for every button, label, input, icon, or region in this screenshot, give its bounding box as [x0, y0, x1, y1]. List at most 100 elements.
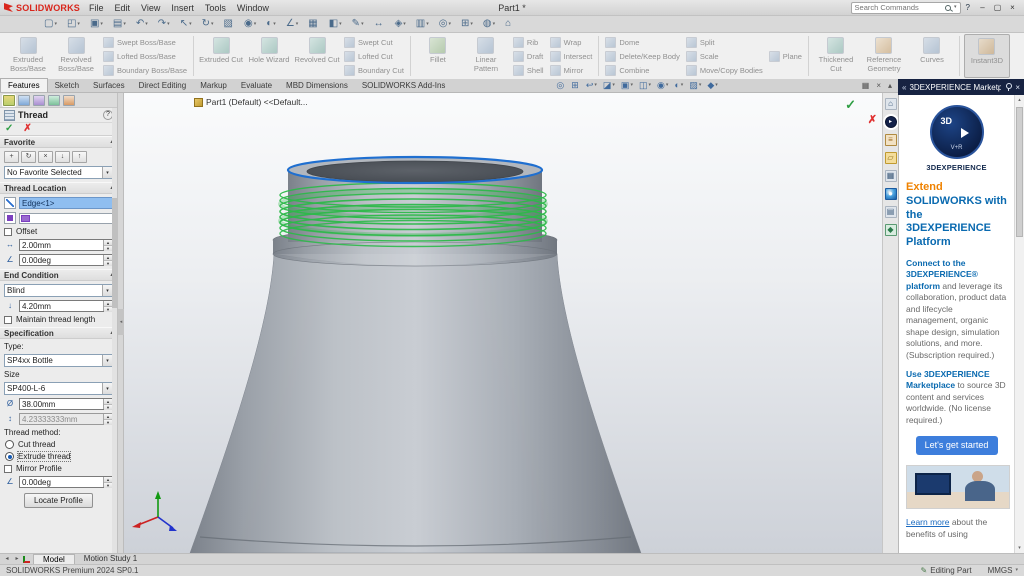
thread-type-select[interactable]: SP4xx Bottle▾: [4, 354, 113, 367]
redo-icon[interactable]: ↷▾: [156, 19, 172, 29]
ribbon-small-button[interactable]: Combine: [603, 64, 681, 77]
collapse-pane-icon[interactable]: «: [902, 83, 906, 92]
ribbon-small-button[interactable]: Split: [684, 36, 765, 49]
tab-sketch[interactable]: Sketch: [48, 79, 86, 92]
revolved-cut-button[interactable]: Revolved Cut: [294, 34, 340, 78]
new-icon[interactable]: ▢▾: [42, 19, 59, 29]
view-palette-icon[interactable]: ▦: [885, 170, 897, 182]
offset-distance-field[interactable]: 2.00mm▴▾: [19, 239, 113, 251]
display-grid-icon[interactable]: ▦: [862, 82, 870, 90]
ribbon-small-button[interactable]: Wrap: [548, 36, 595, 49]
pm-ok-button[interactable]: ✓: [5, 124, 13, 134]
maximize-button[interactable]: ▢: [990, 1, 1005, 15]
end-condition-select[interactable]: Blind▾: [4, 284, 113, 297]
ribbon-small-button[interactable]: Lofted Cut: [342, 50, 406, 63]
tab-motion-study-1[interactable]: Motion Study 1: [75, 554, 146, 564]
pm-scrollbar[interactable]: [112, 108, 117, 553]
scrollbar-thumb[interactable]: [1016, 107, 1023, 237]
save-favorite-icon[interactable]: ↓: [55, 151, 70, 163]
ribbon-small-button[interactable]: Scale: [684, 50, 765, 63]
edit-appearance-icon[interactable]: ◐▾: [264, 19, 278, 29]
apply-scene-icon[interactable]: ▨▾: [689, 81, 701, 90]
design-library-icon[interactable]: ≡: [885, 134, 897, 146]
cut-thread-radio[interactable]: [5, 440, 14, 449]
thread-preview[interactable]: [280, 183, 546, 247]
learn-more-link[interactable]: Learn more: [906, 517, 949, 527]
view-settings-icon[interactable]: ◆▾: [707, 81, 717, 90]
spinner[interactable]: ▴▾: [103, 255, 112, 265]
ribbon-small-button[interactable]: Swept Cut: [342, 36, 406, 49]
appearance-ball-icon[interactable]: ◎▾: [437, 19, 453, 29]
menu-edit[interactable]: Edit: [115, 3, 131, 13]
tab-direct-editing[interactable]: Direct Editing: [132, 79, 194, 92]
material-icon[interactable]: ◍▾: [481, 19, 497, 29]
ribbon-small-button[interactable]: Draft: [511, 50, 546, 63]
tab-solidworks-add-ins[interactable]: SOLIDWORKS Add-Ins: [355, 79, 453, 92]
extruded-boss-base-button[interactable]: Extruded Boss/Base: [5, 34, 51, 78]
thread-size-select[interactable]: SP400-L-6▾: [4, 382, 113, 395]
revolved-boss-base-button[interactable]: Revolved Boss/Base: [53, 34, 99, 78]
pitch-field[interactable]: 4.23333333mm▴▾: [19, 413, 113, 425]
ribbon-small-button[interactable]: Delete/Keep Body: [603, 50, 681, 63]
property-manager-tab-icon[interactable]: [3, 95, 15, 106]
dimxpert-tab-icon[interactable]: [48, 95, 60, 106]
forum-icon[interactable]: ◆: [885, 224, 897, 236]
task-pane-scrollbar[interactable]: ▴ ▾: [1014, 95, 1024, 553]
ribbon-small-button[interactable]: Intersect: [548, 50, 595, 63]
tab-mbd-dimensions[interactable]: MBD Dimensions: [279, 79, 355, 92]
diameter-field[interactable]: 38.00mm▴▾: [19, 398, 113, 410]
collapse-ribbon-icon[interactable]: ▴: [888, 82, 892, 90]
file-properties-icon[interactable]: ▧: [222, 19, 236, 29]
thread-depth-field[interactable]: 4.20mm▴▾: [19, 300, 113, 312]
graphics-area[interactable]: Part1 (Default) <<Default... ✓ ✗: [124, 93, 882, 553]
ribbon-small-button[interactable]: Swept Boss/Base: [101, 36, 189, 49]
smart-dimension-icon[interactable]: ↔: [372, 19, 387, 29]
custom-properties-icon[interactable]: ▤: [885, 206, 897, 218]
rebuild-icon[interactable]: ↻▾: [200, 19, 216, 29]
section-view-icon[interactable]: ◪▾: [603, 81, 615, 90]
favorite-section-header[interactable]: Favorite▴: [0, 136, 117, 148]
offset-angle-field[interactable]: 0.00deg▴▾: [19, 254, 113, 266]
maintain-thread-length-checkbox[interactable]: [4, 316, 12, 324]
feature-tree-tab-icon[interactable]: [18, 95, 30, 106]
bottle-model[interactable]: [124, 93, 882, 553]
options-icon[interactable]: ◉▾: [242, 19, 258, 29]
cut-thread-option[interactable]: Cut thread: [4, 440, 113, 449]
help-button[interactable]: ?: [966, 3, 970, 12]
ribbon-small-button[interactable]: Dome: [603, 36, 681, 49]
confirmation-cancel-button[interactable]: ✗: [868, 113, 877, 126]
home-icon[interactable]: ⌂: [885, 98, 897, 110]
search-dropdown-icon[interactable]: ▾: [954, 5, 957, 10]
end-condition-section-header[interactable]: End Condition▴: [0, 269, 117, 281]
edge-selection-box[interactable]: Edge<1>: [19, 197, 113, 209]
tab-scroll-right-icon[interactable]: ▸: [12, 554, 22, 564]
confirmation-ok-button[interactable]: ✓: [845, 97, 856, 113]
tab-model[interactable]: Model: [33, 554, 75, 564]
reference-geometry-button[interactable]: Reference Geometry: [861, 34, 907, 78]
maintain-thread-length-option[interactable]: Maintain thread length: [4, 315, 113, 324]
close-pane-icon[interactable]: ×: [1015, 83, 1020, 92]
extruded-cut-button[interactable]: Extruded Cut: [198, 34, 244, 78]
zoom-to-area-icon[interactable]: ⊞: [571, 81, 580, 90]
home-icon[interactable]: ⌂: [503, 19, 514, 29]
view-orientation-icon[interactable]: ▣▾: [621, 81, 633, 90]
ribbon-small-button[interactable]: Lofted Boss/Base: [101, 50, 189, 63]
rotation-angle-field[interactable]: 0.00deg▴▾: [19, 476, 113, 488]
scroll-up-icon[interactable]: ▴: [1015, 97, 1024, 103]
offset-checkbox[interactable]: [4, 228, 12, 236]
extrude-thread-radio[interactable]: [5, 452, 14, 461]
fillet-button[interactable]: Fillet: [415, 34, 461, 78]
scroll-down-icon[interactable]: ▾: [1015, 545, 1024, 551]
menu-file[interactable]: File: [89, 3, 104, 13]
mass-properties-icon[interactable]: ▦: [306, 19, 320, 29]
pattern-icon[interactable]: ⊞▾: [459, 19, 475, 29]
print-icon[interactable]: ▤▾: [111, 19, 128, 29]
offset-option[interactable]: Offset: [4, 227, 113, 236]
thread-location-section-header[interactable]: Thread Location▴: [0, 182, 117, 194]
delete-favorite-icon[interactable]: ×: [38, 151, 53, 163]
ribbon-small-button[interactable]: Mirror: [548, 64, 595, 77]
hole-wizard-button[interactable]: Hole Wizard: [246, 34, 292, 78]
pin-icon[interactable]: [1004, 83, 1012, 91]
close-command-icon[interactable]: ×: [876, 82, 881, 90]
add-favorite-icon[interactable]: +: [4, 151, 19, 163]
